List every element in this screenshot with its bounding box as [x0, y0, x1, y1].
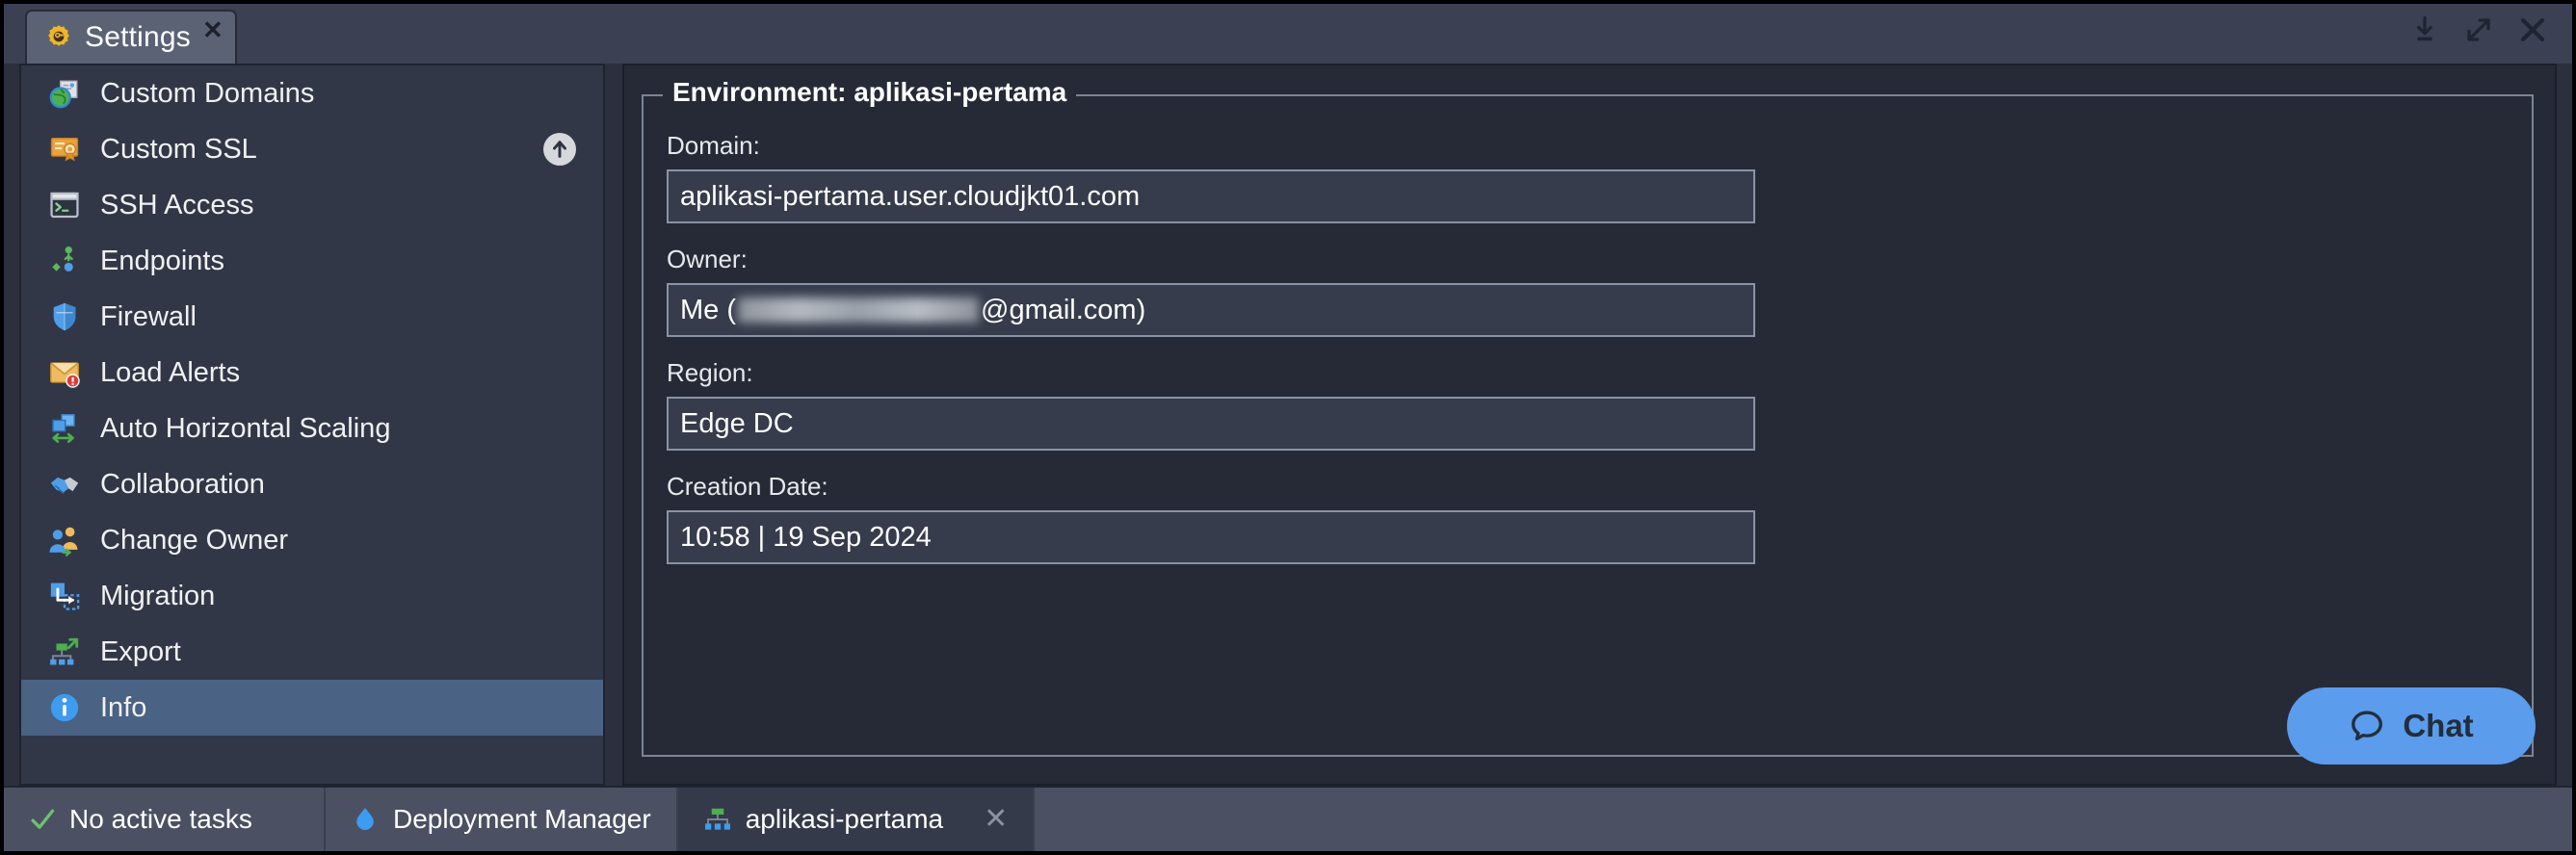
- checkmark-icon: [29, 806, 56, 833]
- creation-date-value[interactable]: 10:58 | 19 Sep 2024: [667, 510, 1755, 564]
- sidebar-item-label: Migration: [100, 580, 216, 611]
- field-creation-date: Creation Date: 10:58 | 19 Sep 2024: [667, 472, 2532, 564]
- upgrade-arrow-icon[interactable]: [543, 133, 576, 166]
- sidebar-item-endpoints[interactable]: Endpoints: [21, 233, 603, 289]
- field-domain: Domain: aplikasi-pertama.user.cloudjkt01…: [667, 131, 2532, 223]
- sidebar-item-firewall[interactable]: Firewall: [21, 289, 603, 345]
- taskbar-item-label: aplikasi-pertama: [745, 804, 944, 834]
- sidebar-item-label: Collaboration: [100, 468, 265, 500]
- field-label: Owner:: [667, 245, 748, 273]
- window-controls: [2410, 15, 2547, 44]
- endpoints-nodes-icon: [48, 245, 81, 277]
- sidebar-item-migration[interactable]: Migration: [21, 568, 603, 624]
- taskbar-item-deployment-manager[interactable]: Deployment Manager: [326, 788, 678, 851]
- owner-prefix: Me (: [680, 294, 736, 325]
- sidebar-item-export[interactable]: Export: [21, 624, 603, 680]
- sidebar-item-collaboration[interactable]: Collaboration: [21, 456, 603, 512]
- envelope-alert-icon: [48, 356, 81, 389]
- sidebar-list: Custom Domains Custom SSL SSH Access End…: [21, 65, 603, 784]
- migration-arrow-icon: [48, 580, 81, 612]
- sidebar-item-load-alerts[interactable]: Load Alerts: [21, 345, 603, 401]
- sidebar-item-label: Load Alerts: [100, 356, 241, 388]
- info-form: Domain: aplikasi-pertama.user.cloudjkt01…: [644, 96, 2532, 564]
- owner-value[interactable]: Me ( @gmail.com): [667, 283, 1755, 337]
- certificate-icon: [48, 133, 81, 166]
- maximize-icon[interactable]: [2464, 15, 2493, 44]
- window-titlebar: Settings ✕: [4, 4, 2572, 64]
- redacted-email-icon: [738, 298, 979, 323]
- field-region: Region: Edge DC: [667, 358, 2532, 451]
- environment-tree-icon: [703, 805, 732, 834]
- globe-document-icon: [48, 77, 81, 110]
- horizontal-scaling-icon: [48, 412, 81, 445]
- minimize-icon[interactable]: [2410, 15, 2439, 44]
- field-label: Domain:: [667, 131, 760, 160]
- status-tasks-label: No active tasks: [69, 804, 252, 834]
- panel-splitter[interactable]: [605, 64, 622, 786]
- settings-window: Settings ✕ Custom Domains Custom SSL SSH…: [0, 0, 2576, 855]
- users-transfer-icon: [48, 524, 81, 557]
- sidebar-item-label: Firewall: [100, 300, 197, 332]
- field-label: Region:: [667, 358, 753, 387]
- info-circle-icon: [48, 691, 81, 724]
- sidebar-item-label: Export: [100, 635, 181, 667]
- sidebar-item-ssh-access[interactable]: SSH Access: [21, 177, 603, 233]
- chat-button[interactable]: Chat: [2287, 687, 2536, 764]
- info-panel: Environment: aplikasi-pertama Domain: ap…: [622, 64, 2557, 786]
- owner-suffix: @gmail.com): [981, 294, 1146, 325]
- window-body: Custom Domains Custom SSL SSH Access End…: [4, 64, 2572, 786]
- window-tab-label: Settings: [85, 21, 191, 53]
- close-icon[interactable]: [2518, 15, 2547, 44]
- gear-icon: [44, 23, 73, 52]
- handshake-icon: [48, 468, 81, 501]
- sidebar-item-custom-ssl[interactable]: Custom SSL: [21, 121, 603, 177]
- shield-icon: [48, 300, 81, 333]
- sidebar-item-auto-horizontal-scaling[interactable]: Auto Horizontal Scaling: [21, 401, 603, 456]
- sidebar-item-custom-domains[interactable]: Custom Domains: [21, 65, 603, 121]
- domain-value[interactable]: aplikasi-pertama.user.cloudjkt01.com: [667, 169, 1755, 223]
- sidebar-item-info[interactable]: Info: [21, 680, 603, 736]
- sidebar-item-label: Change Owner: [100, 524, 289, 556]
- sidebar-item-change-owner[interactable]: Change Owner: [21, 512, 603, 568]
- environment-legend: Environment: aplikasi-pertama: [663, 77, 1077, 108]
- deployment-drop-icon: [351, 805, 380, 834]
- settings-sidebar: Custom Domains Custom SSL SSH Access End…: [19, 64, 605, 786]
- taskbar-item-aplikasi-pertama[interactable]: aplikasi-pertama ✕: [677, 788, 1036, 851]
- taskbar-item-label: Deployment Manager: [393, 804, 651, 834]
- field-owner: Owner: Me ( @gmail.com): [667, 245, 2532, 337]
- region-value[interactable]: Edge DC: [667, 397, 1755, 451]
- window-tab-close-icon[interactable]: ✕: [202, 17, 223, 42]
- status-no-active-tasks: No active tasks: [4, 788, 326, 851]
- sidebar-item-label: SSH Access: [100, 189, 254, 220]
- export-tree-icon: [48, 635, 81, 668]
- chat-bubble-icon: [2349, 708, 2385, 744]
- sidebar-item-label: Endpoints: [100, 245, 224, 276]
- environment-fieldset: Environment: aplikasi-pertama Domain: ap…: [642, 77, 2534, 757]
- sidebar-item-label: Custom SSL: [100, 133, 257, 165]
- status-bar: No active tasks Deployment Manager aplik…: [4, 786, 2572, 851]
- sidebar-item-label: Info: [100, 691, 147, 723]
- sidebar-item-label: Custom Domains: [100, 77, 315, 109]
- sidebar-item-label: Auto Horizontal Scaling: [100, 412, 391, 444]
- taskbar-item-close-icon[interactable]: ✕: [984, 805, 1008, 834]
- window-tab-settings[interactable]: Settings ✕: [25, 10, 237, 64]
- terminal-icon: [48, 189, 81, 221]
- field-label: Creation Date:: [667, 472, 828, 501]
- chat-label: Chat: [2403, 708, 2474, 743]
